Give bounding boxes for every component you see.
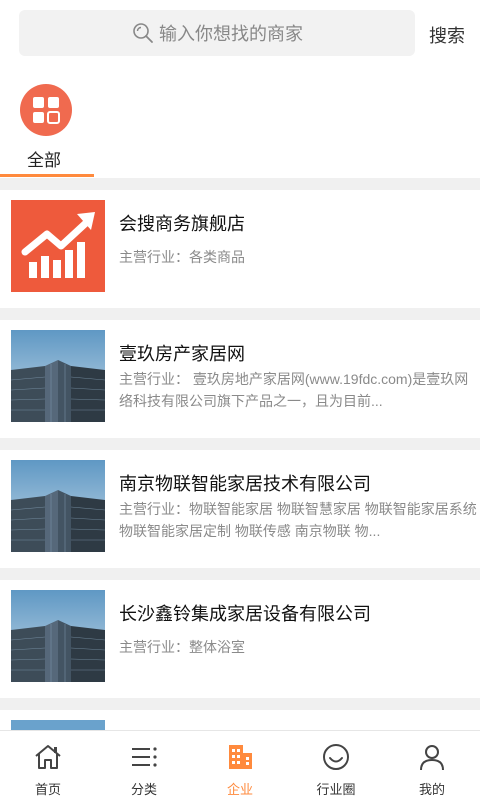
skyscraper-photo	[11, 330, 105, 422]
nav-label: 我的	[418, 782, 445, 797]
list-item[interactable]: 长沙鑫铃集成家居设备有限公司 主营行业：整体浴室	[0, 580, 480, 698]
list-icon	[132, 747, 157, 767]
nav-label: 行业圈	[316, 782, 356, 797]
nav-industry-circle[interactable]: 行业圈	[288, 731, 384, 800]
grid-icon[interactable]	[20, 84, 72, 136]
category-label-all[interactable]: 全部	[27, 146, 61, 171]
divider	[0, 438, 480, 450]
nav-category[interactable]: 分类	[96, 731, 192, 800]
list-item[interactable]: 壹玖房产家居网 主营行业： 壹玖房地产家居网(www.19fdc.com)是壹玖…	[0, 320, 480, 438]
nav-label: 企业	[226, 782, 253, 797]
company-icon	[229, 745, 252, 769]
smiley-icon	[323, 744, 349, 770]
divider	[0, 308, 480, 320]
growth-chart-logo	[11, 200, 105, 292]
search-icon	[133, 23, 153, 43]
divider	[0, 178, 480, 190]
merchant-name: 南京物联智能家居技术有限公司	[119, 474, 371, 494]
category-tabs: 全部	[0, 66, 480, 178]
selected-tab-indicator	[0, 174, 94, 177]
merchant-name: 长沙鑫铃集成家居设备有限公司	[119, 604, 371, 624]
user-icon	[420, 745, 444, 771]
home-icon	[35, 745, 61, 769]
list-item[interactable]: 会搜商务旗舰店 主营行业：各类商品	[0, 190, 480, 308]
merchant-name: 会搜商务旗舰店	[119, 214, 245, 234]
list-item[interactable]: 南京物联智能家居技术有限公司 主营行业：物联智能家居 物联智慧家居 物联智能家居…	[0, 450, 480, 568]
merchant-desc: 主营行业：整体浴室	[119, 639, 245, 655]
divider	[0, 568, 480, 580]
nav-label: 首页	[34, 782, 61, 797]
nav-home[interactable]: 首页	[0, 731, 96, 800]
merchant-list: 会搜商务旗舰店 主营行业：各类商品 壹玖房产家居网 主营行业： 壹玖房地产家居网…	[0, 178, 480, 800]
nav-label: 分类	[130, 782, 157, 797]
search-placeholder: 输入你想找的商家	[159, 24, 303, 44]
divider	[0, 698, 480, 710]
merchant-desc: 主营行业：物联智能家居 物联智慧家居 物联智能家居系统 物联智能家居定制 物联传…	[119, 501, 477, 539]
merchant-desc: 主营行业： 壹玖房地产家居网(www.19fdc.com)是壹玖网络科技有限公司…	[119, 371, 469, 409]
nav-profile[interactable]: 我的	[384, 731, 480, 800]
search-input[interactable]: 输入你想找的商家	[19, 10, 415, 56]
skyscraper-photo	[11, 590, 105, 682]
merchant-desc: 主营行业：各类商品	[119, 249, 245, 265]
search-button[interactable]: 搜索	[429, 22, 465, 48]
merchant-name: 壹玖房产家居网	[119, 344, 245, 364]
skyscraper-photo	[11, 460, 105, 552]
search-header: 输入你想找的商家 搜索	[0, 0, 480, 66]
bottom-nav: 首页 分类 企业 行业圈 我的	[0, 730, 480, 800]
nav-company[interactable]: 企业	[192, 731, 288, 800]
